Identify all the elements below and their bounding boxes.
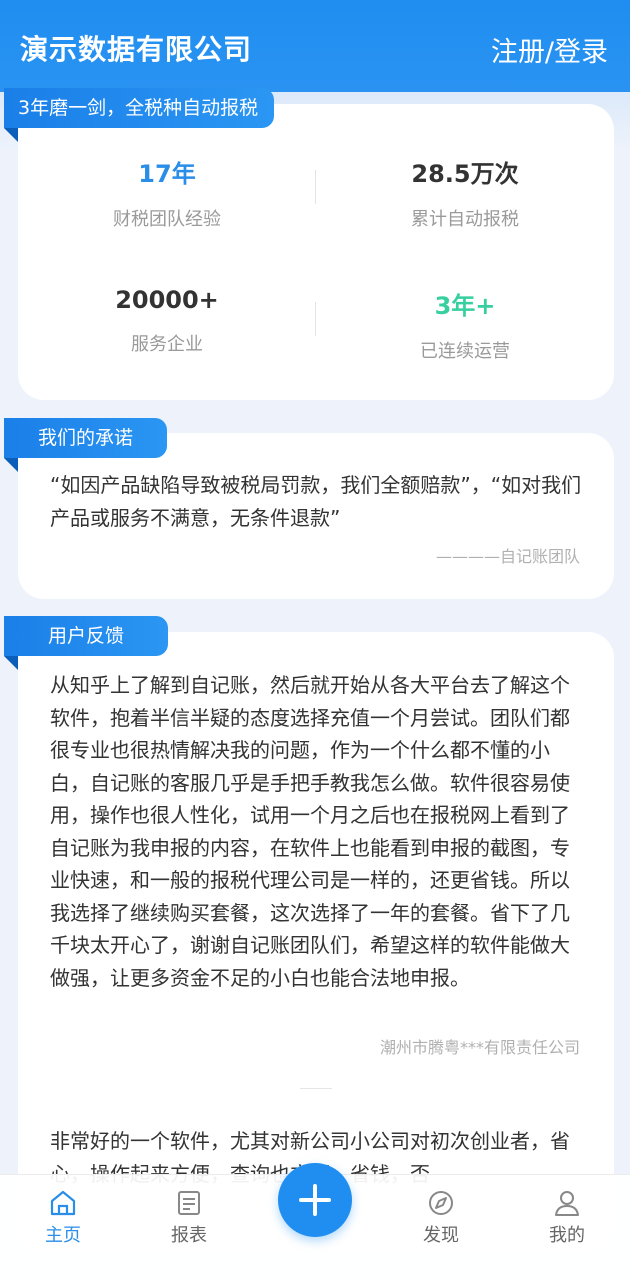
tab-label: 报表: [171, 1225, 207, 1246]
promise-quote: “如因产品缺陷导致被税局罚款，我们全额赔款”，“如对我们产品或服务不满意，无条件…: [50, 473, 582, 530]
promise-ribbon: 我们的承诺: [4, 418, 168, 472]
stats-card: 17年 财税团队经验 28.5万次 累计自动报税 20000+ 服务企业 3年+…: [18, 104, 614, 400]
add-button[interactable]: [278, 1163, 352, 1237]
stat-value: 20000+: [115, 286, 219, 314]
app-header: 演示数据有限公司 注册/登录: [0, 0, 630, 92]
tab-home[interactable]: 主页: [13, 1175, 113, 1247]
tab-report[interactable]: 报表: [139, 1175, 239, 1247]
stat-value: 17年: [138, 160, 196, 188]
feedback-card: 从知乎上了解到自记账，然后就开始从各大平台去了解这个软件，抱着半信半疑的态度选择…: [18, 632, 614, 1252]
review-separator: [300, 1088, 332, 1089]
profile-icon: [555, 1191, 579, 1216]
home-icon: [50, 1190, 76, 1216]
tab-profile[interactable]: 我的: [517, 1175, 617, 1247]
stat-item: 20000+ 服务企业: [18, 286, 316, 356]
stat-label: 累计自动报税: [411, 209, 519, 230]
stat-label: 服务企业: [131, 334, 203, 355]
tab-label: 我的: [549, 1225, 585, 1246]
tab-label: 发现: [423, 1225, 459, 1246]
stat-item: 28.5万次 累计自动报税: [316, 154, 614, 231]
stat-label: 财税团队经验: [113, 209, 221, 230]
review-text: 从知乎上了解到自记账，然后就开始从各大平台去了解这个软件，抱着半信半疑的态度选择…: [50, 673, 570, 990]
company-title: 演示数据有限公司: [20, 33, 253, 66]
stats-ribbon: 3年磨一剑，全税种自动报税: [4, 88, 275, 142]
stat-item: 17年 财税团队经验: [18, 154, 316, 231]
tab-label: 主页: [45, 1225, 81, 1246]
tab-discover[interactable]: 发现: [391, 1175, 491, 1247]
review-company: 潮州市腾粤***有限责任公司: [379, 1038, 580, 1057]
discover-icon: [429, 1191, 453, 1215]
plus-icon: [299, 1184, 331, 1216]
stat-label: 已连续运营: [420, 341, 510, 362]
stat-item: 3年+ 已连续运营: [316, 286, 614, 363]
register-login-link[interactable]: 注册/登录: [491, 30, 608, 69]
stat-value: 3年+: [434, 292, 496, 320]
feedback-ribbon: 用户反馈: [4, 616, 169, 670]
stat-value: 28.5万次: [411, 160, 519, 188]
promise-signature: ————自记账团队: [435, 547, 580, 566]
report-icon: [178, 1191, 200, 1215]
